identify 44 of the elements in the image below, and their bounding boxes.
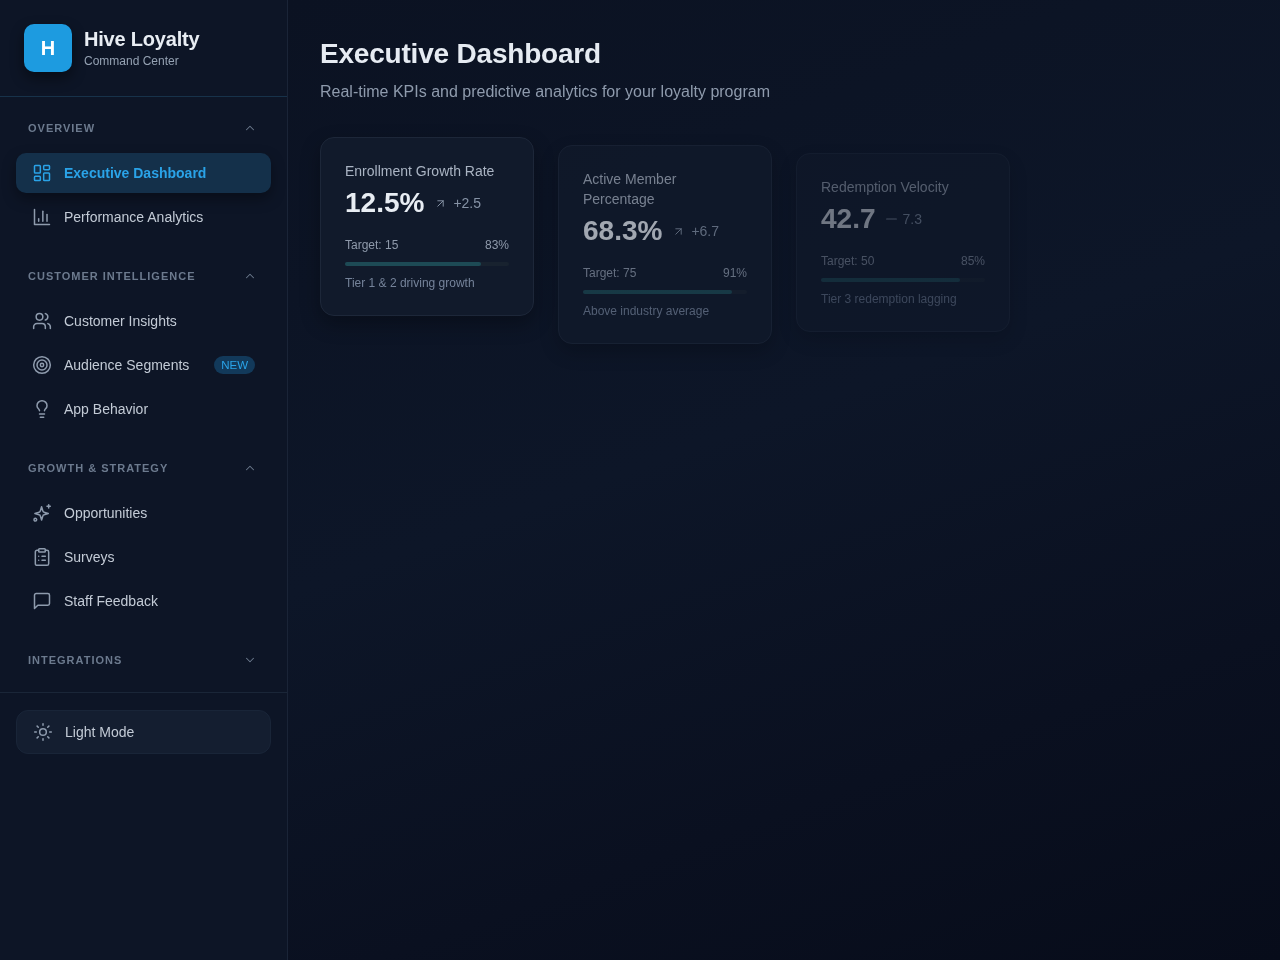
section-header[interactable]: CUSTOMER INTELLIGENCE <box>16 268 271 284</box>
kpi-target: Target: 75 <box>583 265 637 281</box>
nav-item[interactable]: Audience Segments NEW <box>16 345 271 385</box>
brand-name: Hive Loyalty <box>84 27 200 51</box>
kpi-value: 42.7 <box>821 202 876 236</box>
kpi-title: Active Member Percentage <box>583 170 678 209</box>
nav-item[interactable]: Performance Analytics <box>16 197 271 237</box>
kpi-title: Enrollment Growth Rate <box>345 162 496 181</box>
nav-item[interactable]: Customer Insights <box>16 301 271 341</box>
kpi-percent: 83% <box>484 237 509 253</box>
brand-tagline: Command Center <box>84 54 180 69</box>
section-header[interactable]: GROWTH & STRATEGY <box>16 460 271 476</box>
chat-bubble-icon <box>32 591 52 611</box>
new-badge: NEW <box>214 356 255 374</box>
kpi-note: Above industry average <box>583 303 711 319</box>
kpi-value: 68.3% <box>583 214 663 248</box>
theme-toggle-button[interactable]: Light Mode <box>16 710 271 754</box>
kpi-delta: 7.3 <box>902 211 922 227</box>
nav-item[interactable]: Executive Dashboard <box>16 153 271 193</box>
kpi-percent: 91% <box>722 265 747 281</box>
dashboard-icon <box>32 163 52 183</box>
users-icon <box>32 311 52 331</box>
section-header[interactable]: INTEGRATIONS <box>16 652 271 668</box>
nav-item[interactable]: Staff Feedback <box>16 581 271 621</box>
kpi-target: Target: 50 <box>821 253 875 269</box>
kpi-delta: +2.5 <box>453 195 482 211</box>
nav-item[interactable]: Opportunities <box>16 493 271 533</box>
nav-item[interactable]: Surveys <box>16 537 271 577</box>
sun-icon <box>33 722 53 742</box>
target-icon <box>32 355 52 375</box>
nav-item[interactable]: App Behavior <box>16 389 271 429</box>
kpi-delta: +6.7 <box>691 223 720 239</box>
kpi-note: Tier 1 & 2 driving growth <box>345 275 476 291</box>
page-subtitle: Real-time KPIs and predictive analytics for your loyalty program <box>320 82 771 102</box>
page-title: Executive Dashboard <box>320 37 602 71</box>
kpi-value: 12.5% <box>345 186 425 220</box>
sparkles-icon <box>32 503 52 523</box>
kpi-target: Target: 15 <box>345 237 399 253</box>
clipboard-icon <box>32 547 52 567</box>
bar-chart-icon <box>32 207 52 227</box>
kpi-percent: 85% <box>960 253 985 269</box>
section-header[interactable]: OVERVIEW <box>16 120 271 136</box>
logo-tile: H <box>24 24 72 72</box>
kpi-title: Redemption Velocity <box>821 178 950 197</box>
